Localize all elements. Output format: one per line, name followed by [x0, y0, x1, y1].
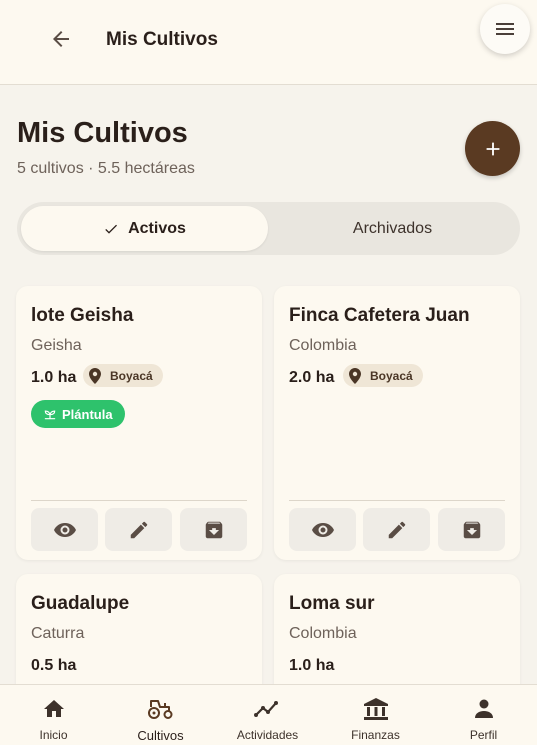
map-pin-icon — [349, 367, 361, 384]
top-app-bar: Mis Cultivos — [0, 0, 537, 85]
nav-label: Finanzas — [351, 728, 400, 742]
menu-button[interactable] — [480, 4, 530, 54]
tab-archivados[interactable]: Archivados — [269, 206, 516, 251]
sprout-icon — [43, 407, 57, 421]
stage-badge: Plántula — [31, 400, 125, 428]
archive-icon — [205, 521, 222, 538]
location-label: Boyacá — [370, 368, 413, 383]
location-chip: Boyacá — [343, 364, 423, 387]
bank-icon — [322, 697, 429, 721]
card-divider — [31, 500, 247, 501]
view-button[interactable] — [31, 508, 98, 551]
location-label: Boyacá — [110, 368, 153, 383]
edit-button[interactable] — [363, 508, 430, 551]
crop-area: 1.0 ha — [31, 369, 77, 386]
add-crop-button[interactable] — [465, 121, 520, 176]
crop-name: lote Geisha — [31, 305, 134, 326]
check-icon — [103, 221, 119, 237]
activity-chart-icon — [214, 697, 321, 721]
crop-card[interactable]: Finca Cafetera Juan Colombia 2.0 ha Boya… — [274, 286, 520, 560]
location-chip: Boyacá — [83, 364, 163, 387]
bottom-navigation: Inicio Cultivos Actividades Finanzas Per — [0, 684, 537, 745]
pencil-icon — [130, 521, 147, 538]
home-icon — [0, 697, 107, 721]
hamburger-menu-icon — [496, 23, 514, 35]
plus-icon — [486, 142, 499, 155]
nav-item-finanzas[interactable]: Finanzas — [322, 685, 429, 745]
crop-variety: Geisha — [31, 337, 82, 354]
stage-label: Plántula — [62, 406, 113, 422]
crop-variety: Caturra — [31, 625, 85, 642]
tractor-icon — [107, 697, 214, 721]
crop-variety: Colombia — [289, 625, 357, 642]
person-icon — [430, 697, 537, 721]
crop-name: Guadalupe — [31, 593, 130, 614]
eye-icon — [311, 522, 334, 537]
tab-label: Activos — [128, 219, 186, 237]
page-title: Mis Cultivos — [17, 117, 188, 149]
map-pin-icon — [89, 367, 101, 384]
crop-area: 2.0 ha — [289, 369, 335, 386]
edit-button[interactable] — [105, 508, 172, 551]
nav-label: Perfil — [469, 728, 498, 742]
eye-icon — [53, 522, 76, 537]
nav-item-cultivos[interactable]: Cultivos — [107, 685, 214, 745]
archive-button[interactable] — [438, 508, 505, 551]
card-divider — [289, 500, 505, 501]
nav-item-actividades[interactable]: Actividades — [214, 685, 321, 745]
nav-item-inicio[interactable]: Inicio — [0, 685, 107, 745]
crop-variety: Colombia — [289, 337, 357, 354]
nav-label: Inicio — [39, 728, 68, 742]
crop-area: 1.0 ha — [289, 657, 335, 674]
crop-card[interactable]: lote Geisha Geisha 1.0 ha Boyacá Plántul… — [16, 286, 262, 560]
tab-activos[interactable]: Activos — [21, 206, 268, 251]
pencil-icon — [388, 521, 405, 538]
archive-icon — [463, 521, 480, 538]
tab-label: Archivados — [352, 219, 433, 237]
crop-area: 0.5 ha — [31, 657, 77, 674]
arrow-left-icon — [53, 31, 69, 47]
back-button[interactable] — [44, 22, 78, 56]
status-tabs: Activos Archivados — [17, 202, 520, 255]
page-subtitle: 5 cultivos · 5.5 hectáreas — [17, 160, 195, 177]
app-bar-title: Mis Cultivos — [106, 29, 218, 50]
crop-name: Loma sur — [289, 593, 375, 614]
archive-button[interactable] — [180, 508, 247, 551]
nav-item-perfil[interactable]: Perfil — [430, 685, 537, 745]
view-button[interactable] — [289, 508, 356, 551]
nav-label: Actividades — [236, 728, 299, 742]
nav-label: Cultivos — [137, 728, 184, 743]
crop-name: Finca Cafetera Juan — [289, 305, 470, 326]
